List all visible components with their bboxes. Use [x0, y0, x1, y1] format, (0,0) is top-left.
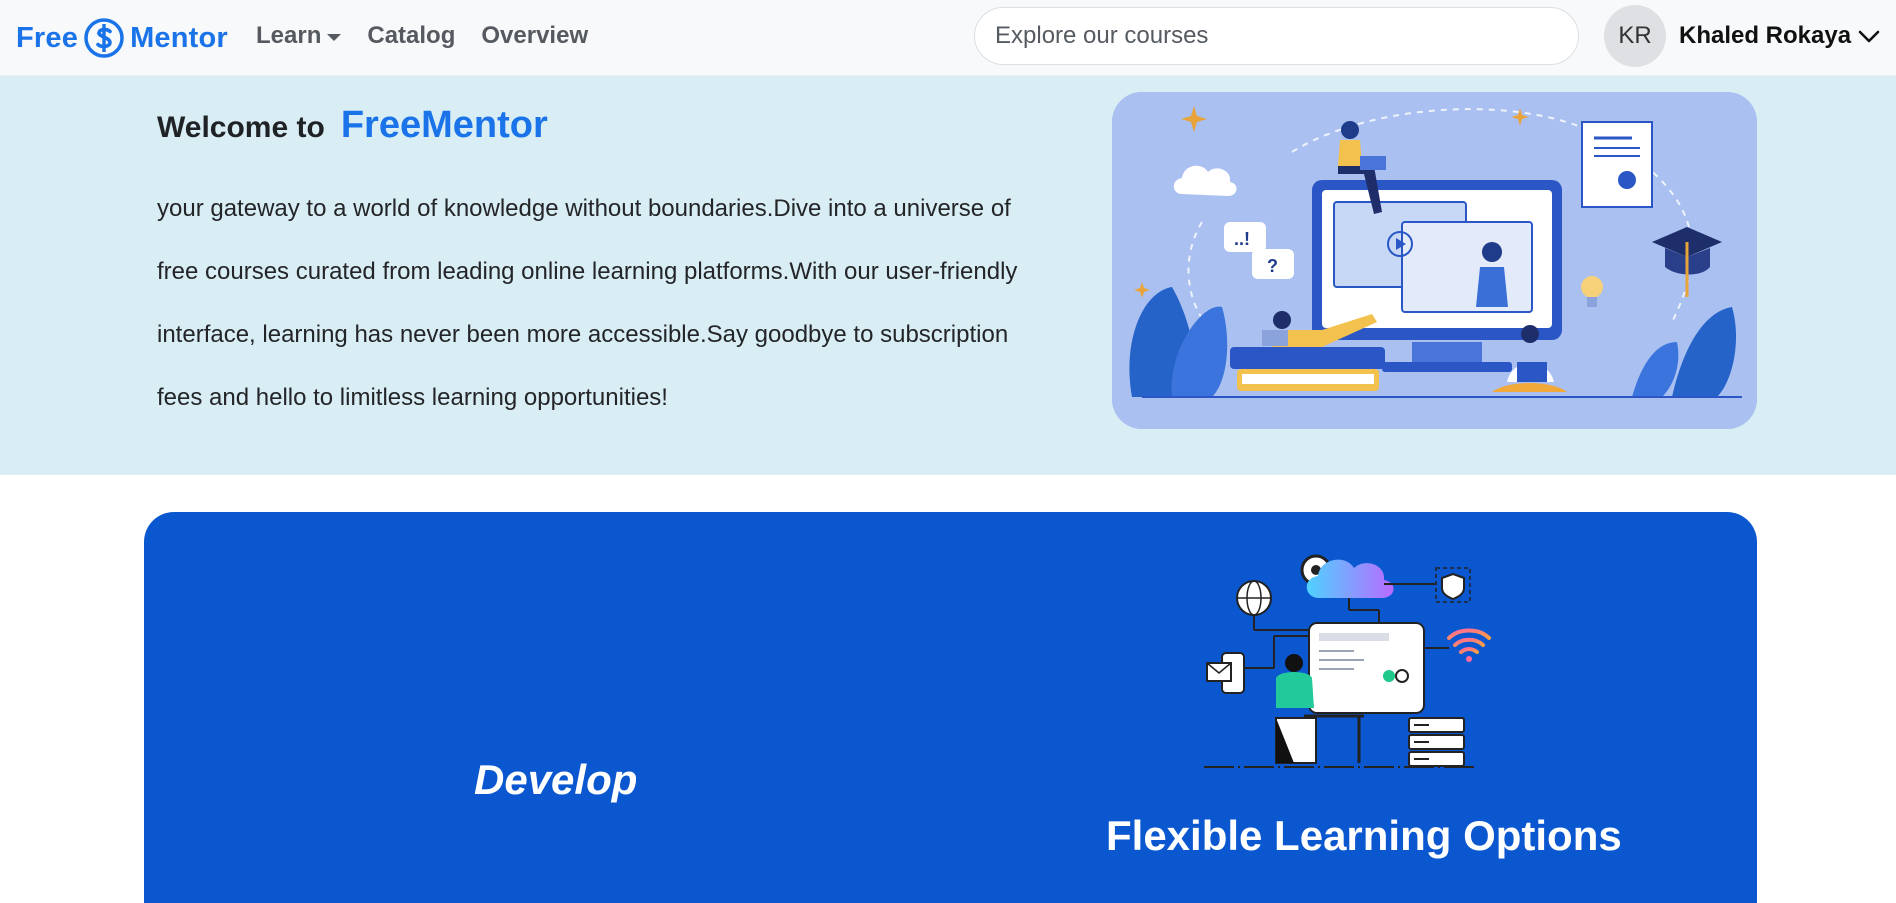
main-nav: Learn Catalog Overview [256, 0, 614, 72]
user-name[interactable]: Khaled Rokaya [1679, 22, 1851, 50]
avatar[interactable]: KR [1604, 5, 1666, 67]
search-input[interactable] [974, 7, 1579, 65]
feature-title: Flexible Learning Options [1106, 812, 1622, 859]
welcome-heading: Welcome to FreeMentor [157, 104, 548, 147]
develop-label: Develop [474, 756, 638, 803]
brand-logo-link[interactable]: Free Mentor [16, 13, 228, 63]
dollar-logo-icon [84, 18, 124, 58]
hero-section: Welcome to FreeMentor your gateway to a … [0, 76, 1896, 475]
feature-card: Develop Flexible Learning Options [144, 512, 1757, 903]
caret-down-icon [327, 33, 342, 41]
svg-text:..!: ..! [1234, 229, 1250, 249]
svg-text:?: ? [1267, 256, 1278, 276]
brand-text-mentor: Mentor [130, 21, 228, 54]
hero-description: your gateway to a world of knowledge wit… [157, 195, 1018, 411]
nav-learn-label: Learn [256, 22, 322, 49]
nav-learn-dropdown[interactable]: Learn [256, 22, 342, 50]
navbar: Free Mentor Learn Catalog Overview KR Kh… [0, 0, 1896, 76]
chevron-down-icon[interactable] [1857, 24, 1881, 48]
welcome-prefix: Welcome to [157, 111, 325, 144]
online-learning-illustration: ..! ? [1112, 92, 1757, 429]
nav-catalog[interactable]: Catalog [367, 22, 455, 50]
brand-text-free: Free [16, 21, 79, 54]
welcome-brand: FreeMentor [340, 104, 548, 146]
nav-overview[interactable]: Overview [481, 22, 588, 50]
cloud-computing-illustration [1204, 554, 1491, 768]
